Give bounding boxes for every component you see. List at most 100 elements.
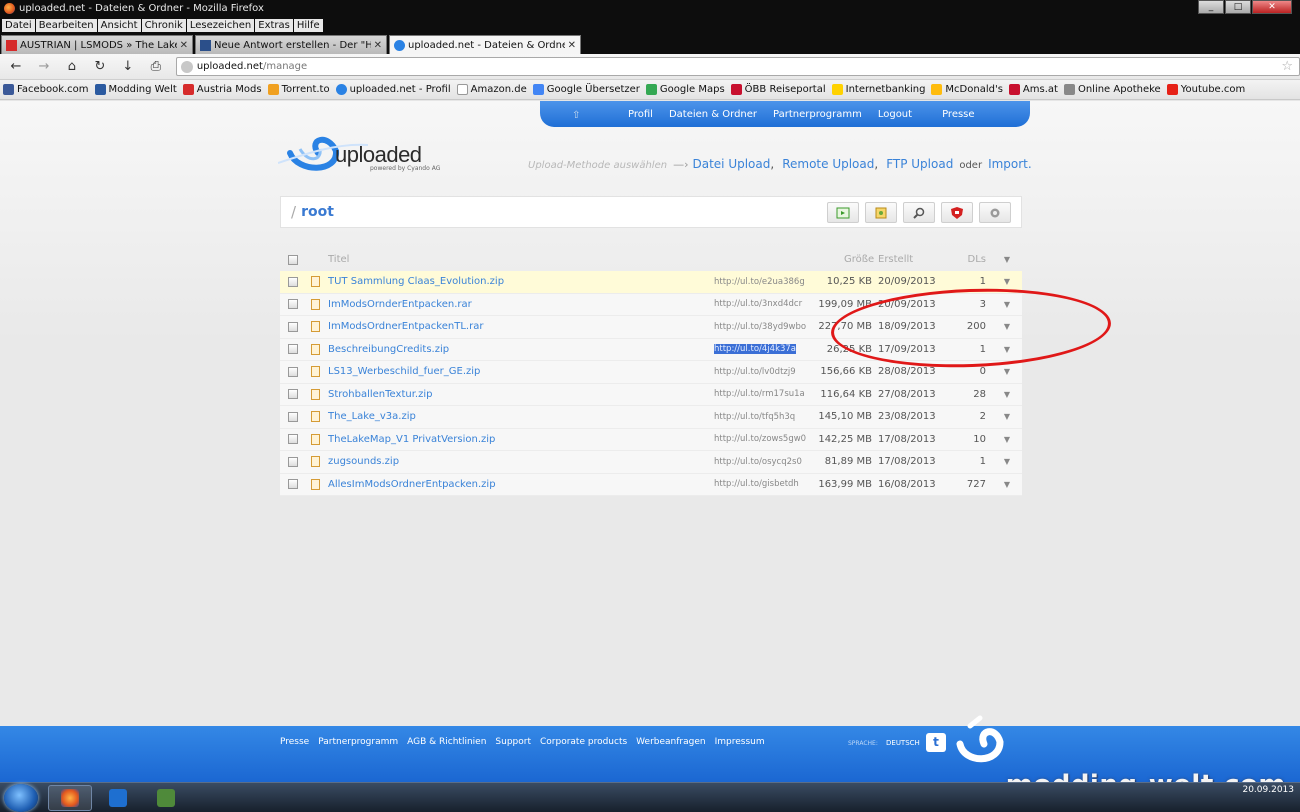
table-row[interactable]: ImModsOrnderEntpacken.rar http://ul.to/3… [280, 293, 1022, 316]
home-icon[interactable]: ⇧ [572, 110, 580, 121]
bookmark-oebb[interactable]: ÖBB Reiseportal [730, 84, 826, 95]
row-menu-icon[interactable]: ▼ [1004, 457, 1010, 466]
start-button[interactable] [4, 784, 38, 812]
file-url[interactable]: http://ul.to/zows5gw0 [714, 434, 806, 444]
downloads-button[interactable]: ↓ [116, 57, 140, 77]
nav-presse[interactable]: Presse [942, 109, 974, 120]
file-name[interactable]: LS13_Werbeschild_fuer_GE.zip [328, 366, 480, 377]
file-url[interactable]: http://ul.to/gisbetdh [714, 479, 799, 489]
bookmark-internetbanking[interactable]: Internetbanking [831, 84, 925, 95]
nav-profil[interactable]: Profil [628, 109, 653, 120]
row-menu-icon[interactable]: ▼ [1004, 277, 1010, 286]
bookmark-google-translate[interactable]: Google Übersetzer [532, 84, 640, 95]
table-row[interactable]: The_Lake_v3a.zip http://ul.to/tfq5h3q 14… [280, 406, 1022, 429]
footer-link-corporate[interactable]: Corporate products [540, 737, 627, 747]
row-menu-icon[interactable]: ▼ [1004, 300, 1010, 309]
menu-datei[interactable]: Datei [2, 18, 35, 32]
footer-link-support[interactable]: Support [495, 737, 531, 747]
table-row[interactable]: BeschreibungCredits.zip http://ul.to/4j4… [280, 338, 1022, 361]
language-selector[interactable]: DEUTSCH [886, 739, 920, 747]
column-header-size[interactable]: Größe [844, 254, 874, 265]
bookmark-uploaded-profil[interactable]: uploaded.net - Profil [335, 84, 451, 95]
new-folder-icon[interactable] [827, 202, 859, 223]
row-checkbox[interactable] [288, 411, 298, 422]
table-row[interactable]: LS13_Werbeschild_fuer_GE.zip http://ul.t… [280, 361, 1022, 384]
row-menu-icon[interactable]: ▼ [1004, 367, 1010, 376]
bookmark-ams[interactable]: Ams.at [1008, 84, 1058, 95]
row-checkbox[interactable] [288, 434, 298, 445]
bookmark-modding-welt[interactable]: Modding Welt [94, 84, 177, 95]
row-menu-icon[interactable]: ▼ [1004, 480, 1010, 489]
row-menu-icon[interactable]: ▼ [1004, 412, 1010, 421]
table-row[interactable]: ImModsOrdnerEntpackenTL.rar http://ul.to… [280, 316, 1022, 339]
row-checkbox[interactable] [288, 299, 298, 310]
menu-extras[interactable]: Extras [255, 18, 293, 32]
tab-close-icon[interactable]: ✕ [180, 40, 188, 51]
table-row[interactable]: TheLakeMap_V1 PrivatVersion.zip http://u… [280, 428, 1022, 451]
column-header-title[interactable]: Titel [328, 254, 349, 265]
row-checkbox[interactable] [288, 479, 298, 490]
file-url[interactable]: http://ul.to/tfq5h3q [714, 412, 795, 422]
file-url[interactable]: http://ul.to/38yd9wbo [714, 322, 806, 332]
row-menu-icon[interactable]: ▼ [1004, 322, 1010, 331]
row-checkbox[interactable] [288, 321, 298, 332]
shield-icon[interactable] [941, 202, 973, 223]
footer-link-presse[interactable]: Presse [280, 737, 309, 747]
file-url[interactable]: http://ul.to/rm17su1a [714, 389, 805, 399]
row-checkbox[interactable] [288, 456, 298, 467]
bookmark-austria-mods[interactable]: Austria Mods [182, 84, 262, 95]
file-name[interactable]: zugsounds.zip [328, 456, 399, 467]
taskbar-outlook[interactable] [96, 785, 140, 811]
row-checkbox[interactable] [288, 276, 298, 287]
column-header-created[interactable]: Erstellt [878, 254, 913, 265]
row-menu-icon[interactable]: ▼ [1004, 345, 1010, 354]
tab-austrian-lsmods[interactable]: AUSTRIAN | LSMODS » The Lake 3.0 S... ✕ [1, 35, 193, 54]
file-name[interactable]: TUT Sammlung Claas_Evolution.zip [328, 276, 504, 287]
footer-link-agb[interactable]: AGB & Richtlinien [407, 737, 486, 747]
search-icon[interactable] [903, 202, 935, 223]
file-url-selected[interactable]: http://ul.to/4j4k37a [714, 344, 797, 355]
footer-link-impressum[interactable]: Impressum [715, 737, 765, 747]
file-name[interactable]: ImModsOrnderEntpacken.rar [328, 299, 472, 310]
row-menu-icon[interactable]: ▼ [1004, 390, 1010, 399]
url-bar[interactable]: uploaded.net /manage ☆ [175, 57, 1300, 76]
datei-upload-link[interactable]: Datei Upload [692, 157, 770, 171]
file-name[interactable]: ImModsOrdnerEntpackenTL.rar [328, 321, 483, 332]
bookmark-google-maps[interactable]: Google Maps [645, 84, 725, 95]
menu-hilfe[interactable]: Hilfe [293, 18, 323, 32]
path-root[interactable]: root [301, 204, 334, 220]
footer-link-partnerprogramm[interactable]: Partnerprogramm [318, 737, 398, 747]
forward-button[interactable]: → [32, 57, 56, 77]
table-row[interactable]: TUT Sammlung Claas_Evolution.zip http://… [280, 271, 1022, 294]
upload-icon[interactable] [865, 202, 897, 223]
tab-uploaded-net[interactable]: uploaded.net - Dateien & Ordner ✕ [389, 35, 581, 54]
tab-neue-antwort[interactable]: Neue Antwort erstellen - Der "Hass u... … [195, 35, 387, 54]
nav-logout[interactable]: Logout [878, 109, 912, 120]
back-button[interactable]: ← [4, 57, 28, 77]
bookmark-amazon[interactable]: Amazon.de [456, 84, 527, 95]
tab-close-icon[interactable]: ✕ [568, 40, 576, 51]
file-name[interactable]: TheLakeMap_V1 PrivatVersion.zip [328, 434, 495, 445]
maximize-button[interactable]: □ [1225, 0, 1251, 14]
ftp-upload-link[interactable]: FTP Upload [886, 157, 953, 171]
taskbar-app[interactable] [144, 785, 188, 811]
row-checkbox[interactable] [288, 366, 298, 377]
file-url[interactable]: http://ul.to/lv0dtzj9 [714, 367, 796, 377]
tab-close-icon[interactable]: ✕ [374, 40, 382, 51]
home-button[interactable]: ⌂ [60, 57, 84, 77]
table-row[interactable]: AllesImModsOrdnerEntpacken.zip http://ul… [280, 473, 1022, 496]
bookmark-facebook[interactable]: Facebook.com [3, 84, 89, 95]
menu-bearbeiten[interactable]: Bearbeiten [35, 18, 97, 32]
remote-upload-link[interactable]: Remote Upload [782, 157, 874, 171]
twitter-icon[interactable]: t [926, 733, 946, 752]
menu-ansicht[interactable]: Ansicht [97, 18, 141, 32]
close-window-button[interactable]: ✕ [1252, 0, 1292, 14]
bookmark-star-icon[interactable]: ☆ [1281, 59, 1293, 74]
bookmark-online-apotheke[interactable]: Online Apotheke [1063, 84, 1161, 95]
table-row[interactable]: zugsounds.zip http://ul.to/osycq2s0 81,8… [280, 451, 1022, 474]
print-button[interactable]: ⎙ [144, 57, 168, 77]
column-header-dls[interactable]: DLs [968, 254, 986, 265]
header-dropdown-icon[interactable]: ▼ [1004, 255, 1010, 264]
import-link[interactable]: Import. [988, 157, 1032, 171]
bookmark-mcdonalds[interactable]: McDonald's [931, 84, 1003, 95]
